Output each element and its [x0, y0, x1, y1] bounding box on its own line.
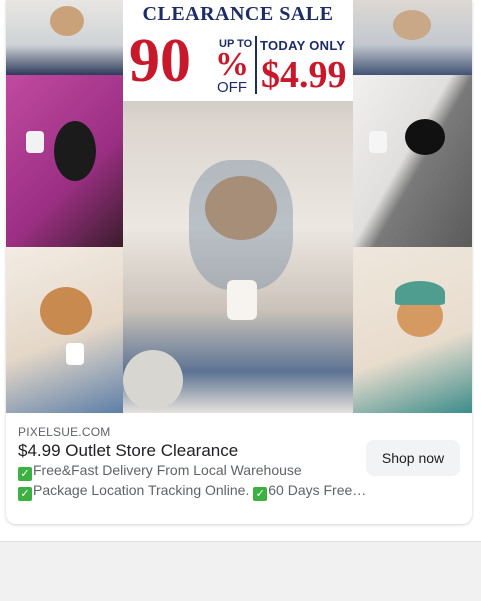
product-photo-top-left	[6, 0, 123, 75]
page-background-band	[0, 541, 481, 601]
ad-card[interactable]: CLEARANCE SALE 90 UP TO % OFF TODAY ONLY…	[6, 0, 472, 524]
off-label: OFF	[217, 79, 247, 96]
banner-price: $4.99	[261, 54, 347, 96]
product-photo-gray-black-cat	[353, 75, 472, 247]
check-mark-icon: ✓	[18, 467, 32, 481]
product-photo-cat-hat-right	[353, 247, 472, 413]
percent-sign: %	[215, 46, 249, 83]
sale-banner: CLEARANCE SALE 90 UP TO % OFF TODAY ONLY…	[123, 0, 353, 101]
banner-title: CLEARANCE SALE	[142, 3, 334, 25]
ad-description-line-2: ✓ Package Location Tracking Online. ✓ 60 D…	[18, 482, 366, 501]
discount-number: 90	[129, 27, 191, 95]
description-text-1: Free&Fast Delivery From Local Warehouse	[33, 462, 302, 478]
product-photo-pink-sweater	[6, 75, 123, 247]
check-mark-icon: ✓	[18, 487, 32, 501]
ad-domain[interactable]: PIXELSUE.COM	[18, 425, 110, 439]
shop-now-button[interactable]: Shop now	[366, 440, 460, 476]
product-photo-top-right	[353, 0, 472, 75]
description-text-2b: 60 Days Free…	[268, 482, 367, 498]
check-mark-icon: ✓	[253, 487, 268, 501]
description-text-2a: Package Location Tracking Online.	[33, 482, 250, 498]
product-photo-cat-hoodie-left	[6, 247, 123, 413]
ad-headline[interactable]: $4.99 Outlet Store Clearance	[18, 441, 238, 461]
banner-divider	[255, 36, 257, 94]
today-only-label: TODAY ONLY	[260, 38, 346, 53]
ad-description-line-1: ✓ Free&Fast Delivery From Local Warehouse	[18, 462, 302, 481]
product-collage-image[interactable]: CLEARANCE SALE 90 UP TO % OFF TODAY ONLY…	[6, 0, 472, 413]
